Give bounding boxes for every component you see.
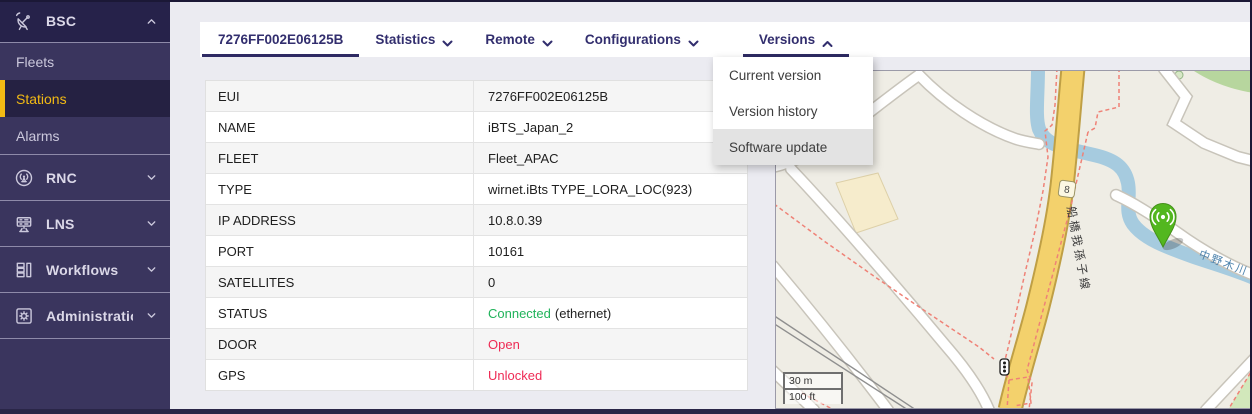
row-label: EUI bbox=[206, 81, 474, 111]
table-row-gps: GPS Unlocked bbox=[206, 360, 747, 390]
traffic-light-icon bbox=[1000, 359, 1009, 375]
tab-station-eui[interactable]: 7276FF002E06125B bbox=[202, 22, 359, 57]
chevron-up-icon bbox=[822, 36, 833, 44]
menu-item-current-version[interactable]: Current version bbox=[713, 57, 873, 93]
row-value: Open bbox=[474, 329, 747, 359]
sidebar-section-lns[interactable]: LNS bbox=[0, 201, 170, 247]
table-row-fleet: FLEET Fleet_APAC bbox=[206, 143, 747, 174]
sidebar-section-bsc[interactable]: BSC bbox=[0, 0, 170, 43]
row-label: TYPE bbox=[206, 174, 474, 204]
chevron-down-icon bbox=[542, 36, 553, 44]
satellite-dish-icon bbox=[14, 11, 34, 31]
chevron-down-icon bbox=[688, 36, 699, 44]
table-row-name: NAME iBTS_Japan_2 bbox=[206, 112, 747, 143]
row-value: Connected (ethernet) bbox=[474, 298, 747, 328]
row-label: GPS bbox=[206, 360, 474, 390]
sidebar-section-label: LNS bbox=[46, 216, 133, 232]
tab-label: Statistics bbox=[375, 32, 435, 47]
sidebar-item-label: Stations bbox=[16, 91, 67, 107]
sidebar-bsc-children: Fleets Stations Alarms bbox=[0, 43, 170, 155]
sidebar-item-stations[interactable]: Stations bbox=[0, 80, 170, 117]
row-label: IP ADDRESS bbox=[206, 205, 474, 235]
row-label: SATELLITES bbox=[206, 267, 474, 297]
scale-metric: 30 m bbox=[785, 372, 841, 390]
table-row-eui: EUI 7276FF002E06125B bbox=[206, 81, 747, 112]
row-value: Fleet_APAC bbox=[474, 143, 747, 173]
workflow-icon bbox=[14, 260, 34, 280]
app-window: BSC Fleets Stations Alarms bbox=[0, 0, 1252, 414]
sidebar-item-fleets[interactable]: Fleets bbox=[0, 43, 170, 80]
broadcast-icon bbox=[14, 168, 34, 188]
sidebar-section-label: Administration bbox=[46, 308, 133, 324]
sidebar-item-alarms[interactable]: Alarms bbox=[0, 117, 170, 154]
window-bottom-bar bbox=[0, 409, 1252, 414]
row-value: Unlocked bbox=[474, 360, 747, 390]
status-badge: Connected bbox=[488, 306, 551, 321]
map-scale-bar: 30 m 100 ft bbox=[783, 372, 843, 404]
tab-label: Versions bbox=[759, 32, 815, 47]
menu-item-software-update[interactable]: Software update bbox=[713, 129, 873, 165]
table-row-port: PORT 10161 bbox=[206, 236, 747, 267]
chevron-down-icon bbox=[145, 171, 158, 184]
chevron-down-icon bbox=[145, 309, 158, 322]
row-value: wirnet.iBts TYPE_LORA_LOC(923) bbox=[474, 174, 747, 204]
tab-label: Configurations bbox=[585, 32, 681, 47]
sidebar-item-label: Fleets bbox=[16, 54, 54, 70]
tab-label: Remote bbox=[485, 32, 535, 47]
table-row-door: DOOR Open bbox=[206, 329, 747, 360]
sidebar-section-label: BSC bbox=[46, 13, 133, 29]
tab-statistics[interactable]: Statistics bbox=[359, 22, 469, 57]
station-tabbar: 7276FF002E06125B Statistics Remote Confi… bbox=[200, 22, 1252, 57]
chevron-down-icon bbox=[145, 263, 158, 276]
row-label: FLEET bbox=[206, 143, 474, 173]
window-top-border bbox=[0, 0, 1252, 2]
table-row-status: STATUS Connected (ethernet) bbox=[206, 298, 747, 329]
row-value: 10161 bbox=[474, 236, 747, 266]
row-value: iBTS_Japan_2 bbox=[474, 112, 747, 142]
scale-imperial: 100 ft bbox=[785, 390, 841, 404]
menu-item-version-history[interactable]: Version history bbox=[713, 93, 873, 129]
station-detail-table: EUI 7276FF002E06125B NAME iBTS_Japan_2 F… bbox=[205, 80, 748, 391]
sidebar-item-label: Alarms bbox=[16, 128, 60, 144]
chevron-down-icon bbox=[145, 217, 158, 230]
table-row-satellites: SATELLITES 0 bbox=[206, 267, 747, 298]
row-label: DOOR bbox=[206, 329, 474, 359]
status-suffix: (ethernet) bbox=[555, 306, 611, 321]
chevron-down-icon bbox=[442, 36, 453, 44]
table-row-ip-address: IP ADDRESS 10.8.0.39 bbox=[206, 205, 747, 236]
gear-icon bbox=[14, 306, 34, 326]
row-label: STATUS bbox=[206, 298, 474, 328]
tab-versions[interactable]: Versions bbox=[743, 22, 849, 57]
row-value: 7276FF002E06125B bbox=[474, 81, 747, 111]
chevron-up-icon bbox=[145, 15, 158, 28]
tab-configurations[interactable]: Configurations bbox=[569, 22, 715, 57]
tab-remote[interactable]: Remote bbox=[469, 22, 569, 57]
menu-item-label: Version history bbox=[729, 104, 818, 119]
sidebar-section-label: Workflows bbox=[46, 262, 133, 278]
server-icon bbox=[14, 214, 34, 234]
sidebar-section-workflows[interactable]: Workflows bbox=[0, 247, 170, 293]
tab-label: 7276FF002E06125B bbox=[218, 32, 343, 47]
sidebar-section-rnc[interactable]: RNC bbox=[0, 155, 170, 201]
row-label: NAME bbox=[206, 112, 474, 142]
menu-item-label: Current version bbox=[729, 68, 821, 83]
sidebar-section-administration[interactable]: Administration bbox=[0, 293, 170, 339]
row-label: PORT bbox=[206, 236, 474, 266]
active-tab-underline bbox=[202, 54, 359, 57]
versions-dropdown-menu: Current version Version history Software… bbox=[713, 57, 873, 165]
row-value: 0 bbox=[474, 267, 747, 297]
route-shield: 8 bbox=[1058, 180, 1076, 198]
menu-item-label: Software update bbox=[729, 140, 827, 155]
sidebar: BSC Fleets Stations Alarms bbox=[0, 0, 170, 409]
sidebar-section-label: RNC bbox=[46, 170, 133, 186]
row-value: 10.8.0.39 bbox=[474, 205, 747, 235]
table-row-type: TYPE wirnet.iBts TYPE_LORA_LOC(923) bbox=[206, 174, 747, 205]
